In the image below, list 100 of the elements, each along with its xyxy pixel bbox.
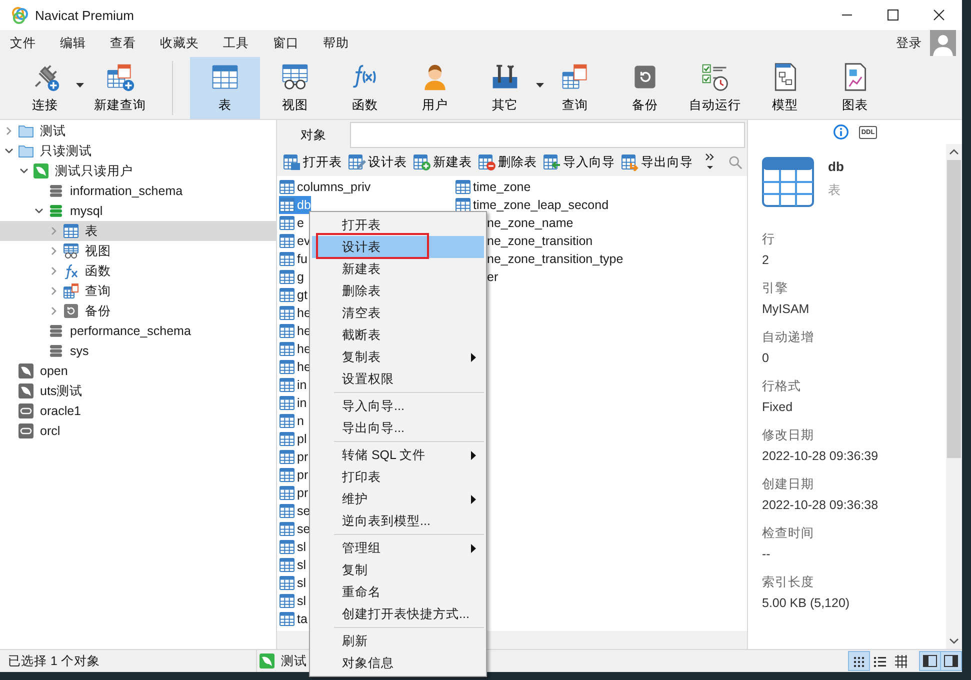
table-item[interactable]: columns_priv	[279, 178, 371, 196]
maximize-icon	[887, 9, 899, 21]
chevron-right-icon[interactable]	[49, 306, 59, 316]
menu-item[interactable]: 打开表	[312, 214, 484, 236]
menu-item[interactable]: 编辑	[60, 34, 86, 52]
table-item[interactable]: g	[279, 268, 304, 286]
table-item[interactable]: in	[279, 394, 307, 412]
menu-item[interactable]: 复制表	[312, 346, 484, 368]
toolbar-button[interactable]: 图表	[820, 56, 890, 118]
tree-item[interactable]: 测试只读用户	[0, 161, 276, 181]
table-item[interactable]: se	[279, 520, 310, 538]
property-label: 行格式	[762, 378, 802, 395]
table-item[interactable]: se	[279, 502, 310, 520]
chevron-down-icon[interactable]	[4, 146, 14, 156]
menu-item[interactable]: 截断表	[312, 324, 484, 346]
menu-item[interactable]: 文件	[10, 34, 36, 52]
toolbar-button[interactable]: 新建查询	[85, 56, 155, 118]
menu-item[interactable]: 对象信息	[312, 652, 484, 674]
scrollbar[interactable]	[946, 144, 962, 649]
caret-icon[interactable]	[536, 82, 544, 88]
menu-item[interactable]: 工具	[223, 34, 249, 52]
menu-item[interactable]: 重命名	[312, 581, 484, 603]
tree-item[interactable]: sys	[0, 341, 276, 361]
table-item[interactable]: n	[279, 412, 304, 430]
menu-item[interactable]: 删除表	[312, 280, 484, 302]
menu-item[interactable]: 创建打开表快捷方式...	[312, 603, 484, 625]
grid-view-icon[interactable]	[849, 652, 869, 670]
tree-item[interactable]: oracle1	[0, 401, 276, 421]
toolbar-button[interactable]: 新建表	[412, 153, 473, 171]
tree-item[interactable]: 表	[0, 221, 276, 241]
table-item[interactable]: pr	[279, 466, 308, 484]
toolbar-button[interactable]: 表	[190, 56, 260, 118]
toolbar-button[interactable]: 其它	[470, 56, 540, 118]
chevron-right-icon[interactable]	[49, 266, 59, 276]
menu-item[interactable]: 新建表	[312, 258, 484, 280]
toolbar-button[interactable]: 导出向导	[620, 153, 694, 171]
menu-item[interactable]: 打印表	[312, 466, 484, 488]
scroll-up-icon[interactable]	[949, 148, 959, 156]
table-item[interactable]: sl	[279, 556, 306, 574]
toolbar-button[interactable]: 连接	[10, 56, 80, 118]
login-link[interactable]: 登录	[896, 34, 922, 52]
table-item[interactable]: sl	[279, 538, 306, 556]
toolbar-button[interactable]: 模型	[750, 56, 820, 118]
table-item[interactable]: time_zone	[455, 178, 531, 196]
toolbar-button[interactable]: 查询	[540, 56, 610, 118]
tree-item[interactable]: 只读测试	[0, 141, 276, 161]
table-item[interactable]: sl	[279, 574, 306, 592]
menu-item[interactable]: 设置权限	[312, 368, 484, 390]
tree-item[interactable]: orcl	[0, 421, 276, 441]
right-pane-icon[interactable]	[941, 652, 961, 670]
menu-item[interactable]: 查看	[110, 34, 136, 52]
tree-item[interactable]: information_schema	[0, 181, 276, 201]
scrollbar-thumb[interactable]	[947, 160, 961, 458]
toolbar-button[interactable]: 函数	[330, 56, 400, 118]
chevron-down-icon[interactable]	[34, 206, 44, 216]
caret-icon[interactable]	[76, 82, 84, 88]
tree-item[interactable]: 备份	[0, 301, 276, 321]
table-item[interactable]: fu	[279, 250, 308, 268]
table-item[interactable]: gt	[279, 286, 308, 304]
toolbar-button[interactable]: 删除表	[477, 153, 538, 171]
toolbar-button[interactable]: 用户	[400, 56, 470, 118]
chevron-down-icon[interactable]	[19, 166, 29, 176]
menu-item[interactable]: 维护	[312, 488, 484, 510]
tree-item[interactable]: uts测试	[0, 381, 276, 401]
table-item[interactable]: sl	[279, 592, 306, 610]
toolbar-button[interactable]: 视图	[260, 56, 330, 118]
toolbar-button[interactable]: 设计表	[347, 153, 408, 171]
menu-item[interactable]: 收藏夹	[160, 34, 199, 52]
tree-item[interactable]: 查询	[0, 281, 276, 301]
tree-item[interactable]: performance_schema	[0, 321, 276, 341]
tree-item[interactable]: mysql	[0, 201, 276, 221]
menu-item[interactable]: 逆向表到模型...	[312, 510, 484, 532]
toolbar-button[interactable]: 导入向导	[542, 153, 616, 171]
menu-item[interactable]: 清空表	[312, 302, 484, 324]
tree-item[interactable]: 函数	[0, 261, 276, 281]
left-pane-icon[interactable]	[920, 652, 940, 670]
toolbar-button[interactable]: 打开表	[282, 153, 343, 171]
chevron-right-icon[interactable]	[4, 126, 14, 136]
chevron-right-icon[interactable]	[49, 246, 59, 256]
tree-item[interactable]: open	[0, 361, 276, 381]
tree-item[interactable]: 测试	[0, 121, 276, 141]
toolbar-button[interactable]: 备份	[610, 56, 680, 118]
table-item[interactable]: ta	[279, 610, 308, 628]
menu-item[interactable]: 设计表	[312, 236, 484, 258]
table-item[interactable]: pr	[279, 484, 308, 502]
tree-item[interactable]: 视图	[0, 241, 276, 261]
menu-item[interactable]: 帮助	[323, 34, 349, 52]
scroll-down-icon[interactable]	[949, 637, 959, 645]
toolbar-button[interactable]: 自动运行	[680, 56, 750, 118]
menu-item[interactable]: 窗口	[273, 34, 299, 52]
table-item[interactable]: e	[279, 214, 304, 232]
table-import-icon	[543, 153, 561, 171]
table-item[interactable]: pr	[279, 448, 308, 466]
menu-item[interactable]: 复制	[312, 559, 484, 581]
info-icon[interactable]	[833, 124, 850, 140]
more-icon[interactable]	[704, 152, 716, 172]
table-item[interactable]: in	[279, 376, 307, 394]
table-item[interactable]: pl	[279, 430, 307, 448]
chevron-right-icon[interactable]	[49, 286, 59, 296]
menu-item[interactable]: 导出向导...	[312, 417, 484, 439]
